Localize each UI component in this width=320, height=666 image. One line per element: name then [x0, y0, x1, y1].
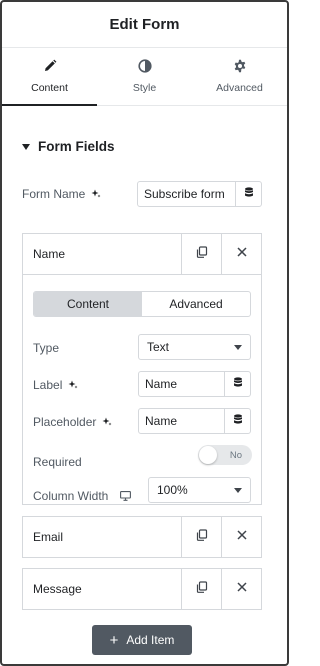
duplicate-icon	[196, 245, 208, 263]
required-label: Required	[33, 455, 82, 469]
panel-header: Edit Form	[2, 2, 287, 48]
type-label: Type	[33, 341, 60, 355]
database-icon	[244, 185, 254, 203]
subtab-content[interactable]: Content	[34, 292, 142, 316]
duplicate-item-button[interactable]	[181, 517, 221, 557]
tab-style-label: Style	[132, 82, 157, 94]
type-select-value: Text	[147, 340, 170, 354]
ai-sparkle-icon[interactable]	[68, 380, 78, 390]
tab-content[interactable]: Content	[2, 48, 97, 106]
repeater-item-header: Email	[23, 517, 261, 557]
plus-icon: +	[109, 631, 119, 649]
tab-style[interactable]: Style	[97, 48, 192, 105]
placeholder-label: Placeholder	[33, 415, 97, 429]
repeater-item-name: Name Content Advanced Type Text Label Na…	[22, 233, 262, 505]
panel-tabs: Content Style Advanced	[2, 48, 287, 106]
caret-down-icon	[22, 143, 30, 150]
remove-item-button[interactable]	[221, 234, 261, 274]
repeater-item-email: Email	[22, 516, 262, 558]
close-icon	[236, 580, 248, 598]
repeater-item-title[interactable]: Name	[23, 234, 181, 274]
column-width-select[interactable]: 100%	[148, 477, 251, 503]
label-field-label-row: Label	[33, 378, 78, 392]
repeater-item-body: Content Advanced Type Text Label Name Pl…	[23, 274, 261, 504]
form-name-label: Form Name	[22, 187, 86, 201]
label-input[interactable]: Name	[139, 372, 224, 396]
ai-sparkle-icon[interactable]	[102, 417, 112, 427]
duplicate-item-button[interactable]	[181, 234, 221, 274]
close-icon	[236, 245, 248, 263]
repeater-item-message: Message	[22, 568, 262, 610]
form-name-field: Subscribe form	[137, 181, 262, 207]
form-name-label-row: Form Name	[22, 187, 101, 201]
close-icon	[236, 528, 248, 546]
label-field-label: Label	[33, 378, 63, 392]
toggle-knob	[199, 446, 217, 464]
column-width-label: Column Width	[33, 489, 109, 503]
form-name-input[interactable]: Subscribe form	[138, 182, 235, 206]
duplicate-icon	[196, 528, 208, 546]
label-field: Name	[138, 371, 251, 397]
dynamic-tags-button[interactable]	[235, 182, 261, 206]
half-circle-icon	[137, 59, 152, 76]
add-item-button[interactable]: + Add Item	[92, 625, 192, 655]
item-subtabs: Content Advanced	[33, 291, 251, 317]
dynamic-tags-button[interactable]	[224, 372, 250, 396]
type-select[interactable]: Text	[138, 334, 251, 360]
add-item-label: Add Item	[126, 633, 175, 647]
dynamic-tags-button[interactable]	[224, 409, 250, 433]
placeholder-label-row: Placeholder	[33, 415, 112, 429]
required-toggle-value: No	[229, 449, 242, 461]
desktop-monitor-icon[interactable]	[120, 491, 132, 501]
required-toggle[interactable]: No	[198, 445, 252, 465]
repeater-item-header: Message	[23, 569, 261, 609]
duplicate-icon	[196, 580, 208, 598]
remove-item-button[interactable]	[221, 517, 261, 557]
column-width-label-row: Column Width	[33, 489, 132, 503]
panel-title: Edit Form	[109, 16, 180, 33]
database-icon	[233, 375, 243, 393]
repeater-item-title[interactable]: Email	[23, 517, 181, 557]
section-title: Form Fields	[38, 139, 115, 154]
repeater-item-title[interactable]: Message	[23, 569, 181, 609]
tab-advanced[interactable]: Advanced	[192, 48, 287, 105]
tab-advanced-label: Advanced	[216, 82, 263, 94]
chevron-down-icon	[234, 487, 242, 493]
gear-icon	[233, 59, 247, 76]
subtab-advanced[interactable]: Advanced	[142, 292, 250, 316]
pencil-icon	[43, 59, 57, 76]
form-fields-section-toggle[interactable]: Form Fields	[22, 139, 115, 154]
placeholder-input[interactable]: Name	[139, 409, 224, 433]
database-icon	[233, 412, 243, 430]
chevron-down-icon	[234, 344, 242, 350]
repeater-item-header: Name	[23, 234, 261, 274]
placeholder-field: Name	[138, 408, 251, 434]
tab-content-label: Content	[31, 82, 68, 94]
duplicate-item-button[interactable]	[181, 569, 221, 609]
remove-item-button[interactable]	[221, 569, 261, 609]
ai-sparkle-icon[interactable]	[91, 189, 101, 199]
column-width-value: 100%	[157, 483, 188, 497]
